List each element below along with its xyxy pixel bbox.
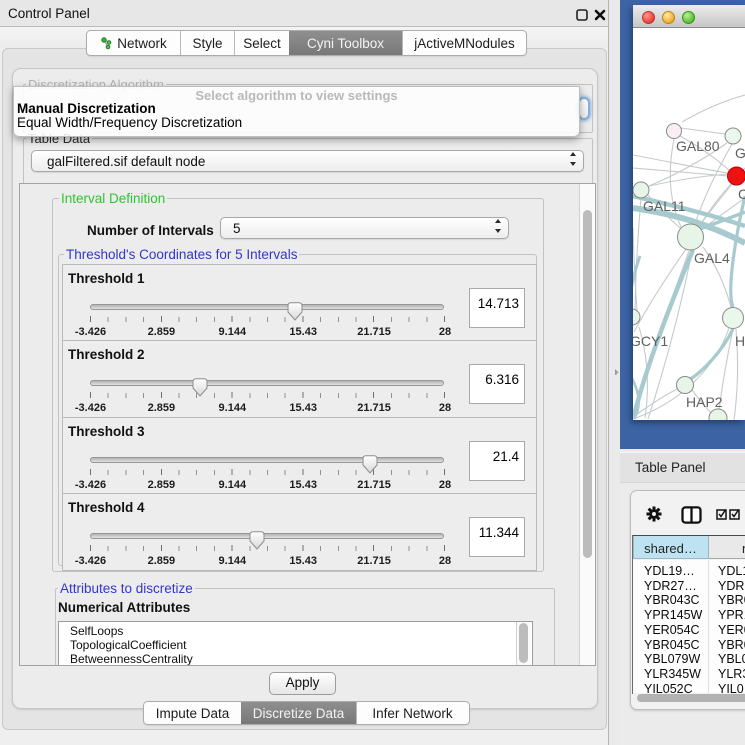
svg-text:GAL: GAL: [735, 145, 745, 161]
svg-text:GAL11: GAL11: [643, 198, 686, 214]
svg-text:GCY1: GCY1: [633, 333, 668, 349]
svg-text:GAL80: GAL80: [676, 138, 720, 154]
svg-text:GAL4: GAL4: [694, 250, 730, 266]
svg-text:HAP2: HAP2: [686, 394, 723, 410]
svg-text:CD: CD: [738, 186, 745, 202]
svg-text:HIS: HIS: [735, 333, 745, 349]
